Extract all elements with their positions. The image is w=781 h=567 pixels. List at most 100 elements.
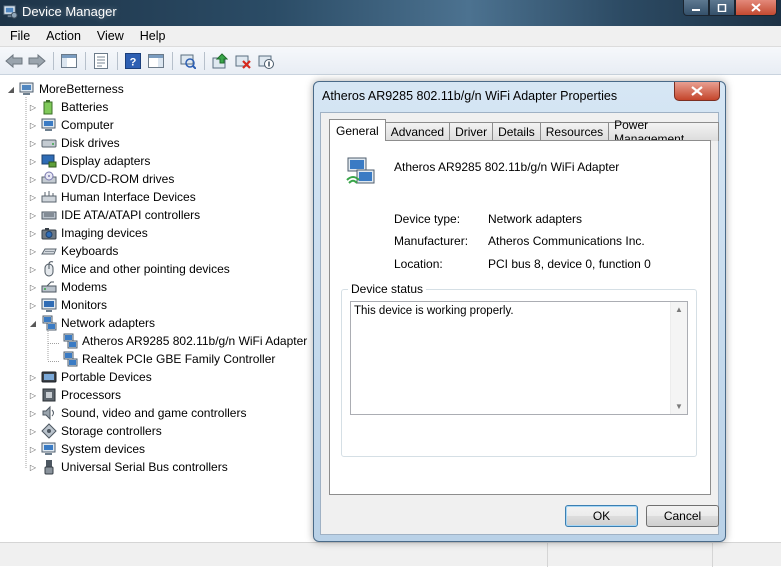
menu-view[interactable]: View [91,29,130,43]
expand-arrow-icon[interactable]: ▷ [28,139,38,148]
tab-general[interactable]: General [329,119,386,141]
menu-file[interactable]: File [4,29,36,43]
tree-item-storage-controllers[interactable]: ▷ Storage controllers [28,422,162,440]
tree-item-mice[interactable]: ▷ Mice and other pointing devices [28,260,230,278]
expand-arrow-icon[interactable]: ▷ [28,121,38,130]
tab-driver[interactable]: Driver [449,122,494,141]
title-bar[interactable]: Device Manager [0,0,781,26]
tree-item-label: Portable Devices [61,370,152,384]
location-value: PCI bus 8, device 0, function 0 [488,257,651,271]
ok-button[interactable]: OK [565,505,638,527]
action-pane-icon [148,53,164,68]
close-button[interactable] [735,0,777,16]
expand-arrow-icon[interactable]: ▷ [28,283,38,292]
network-adapter-icon [62,333,78,349]
tree-item-realtek-controller[interactable]: Realtek PCIe GBE Family Controller [58,350,275,368]
cancel-button[interactable]: Cancel [646,505,719,527]
status-scrollbar[interactable]: ▲ ▼ [670,302,687,414]
tree-item-batteries[interactable]: ▷ Batteries [28,98,108,116]
expand-arrow-icon[interactable]: ▷ [28,409,38,418]
expand-arrow-icon[interactable]: ▷ [28,103,38,112]
menu-bar: File Action View Help [0,26,781,47]
storage-controller-icon [41,423,57,439]
tree-item-modems[interactable]: ▷ Modems [28,278,107,296]
tab-resources[interactable]: Resources [539,122,610,141]
forward-button[interactable] [26,50,48,72]
tree-item-system-devices[interactable]: ▷ System devices [28,440,145,458]
device-status-textbox[interactable]: This device is working properly. ▲ ▼ [350,301,688,415]
tree-item-disk-drives[interactable]: ▷ Disk drives [28,134,120,152]
camera-icon [41,225,57,241]
window-title: Device Manager [22,4,117,19]
expand-arrow-icon[interactable]: ▷ [28,445,38,454]
help-button[interactable]: ? [122,50,144,72]
tree-item-sound-video-game[interactable]: ▷ Sound, video and game controllers [28,404,246,422]
back-button[interactable] [3,50,25,72]
tree-item-processors[interactable]: ▷ Processors [28,386,121,404]
device-status-group: Device status This device is working pro… [341,282,697,457]
expand-arrow-icon[interactable]: ▷ [28,391,38,400]
tree-item-label: Keyboards [61,244,119,258]
update-driver-button[interactable] [209,50,231,72]
tree-item-label: DVD/CD-ROM drives [61,172,175,186]
expand-arrow-icon[interactable]: ▷ [28,427,38,436]
maximize-button[interactable] [709,0,735,16]
device-type-label: Device type: [394,212,461,226]
tree-item-label: Atheros AR9285 802.11b/g/n WiFi Adapter [82,334,308,348]
tree-item-label: System devices [61,442,146,456]
expand-arrow-icon[interactable]: ▷ [28,247,38,256]
dialog-client-area: General Advanced Driver Details Resource… [320,112,719,535]
expand-arrow-icon[interactable]: ▷ [28,211,38,220]
properties-button[interactable] [90,50,112,72]
expand-arrow-icon[interactable]: ▷ [28,373,38,382]
minimize-button[interactable] [683,0,709,16]
tree-item-display-adapters[interactable]: ▷ Display adapters [28,152,150,170]
tree-item-human-interface-devices[interactable]: ▷ Human Interface Devices [28,188,196,206]
manufacturer-value: Atheros Communications Inc. [488,234,645,248]
close-icon [751,3,761,12]
tab-advanced[interactable]: Advanced [384,122,451,141]
show-hide-tree-button[interactable] [58,50,80,72]
expand-arrow-icon[interactable]: ▷ [28,301,38,310]
collapse-arrow-icon[interactable]: ◢ [28,319,38,328]
tree-item-portable-devices[interactable]: ▷ Portable Devices [28,368,152,386]
tree-item-network-adapters[interactable]: ◢ Network adapters [28,314,155,332]
action-pane-button[interactable] [145,50,167,72]
scroll-up-icon[interactable]: ▲ [675,305,683,314]
scroll-down-icon[interactable]: ▼ [675,402,683,411]
tree-root[interactable]: ◢ MoreBetterness [6,80,124,98]
expand-arrow-icon[interactable]: ▷ [28,265,38,274]
location-label: Location: [394,257,443,271]
keyboard-icon [41,243,57,259]
scan-hardware-button[interactable] [177,50,199,72]
tree-item-monitors[interactable]: ▷ Monitors [28,296,107,314]
expand-arrow-icon[interactable]: ▷ [28,193,38,202]
tree-item-imaging-devices[interactable]: ▷ Imaging devices [28,224,148,242]
device-tree[interactable]: ◢ MoreBetterness ▷ Batteries ▷ Computer … [0,78,314,540]
computer-icon [19,81,35,97]
tree-item-label: IDE ATA/ATAPI controllers [61,208,201,222]
expand-arrow-icon[interactable]: ▷ [28,229,38,238]
update-driver-icon [212,52,228,68]
speaker-icon [41,405,57,421]
tree-item-ide-controllers[interactable]: ▷ IDE ATA/ATAPI controllers [28,206,200,224]
menu-action[interactable]: Action [40,29,87,43]
close-icon [691,86,703,96]
expand-arrow-icon[interactable]: ▷ [28,157,38,166]
dialog-title: Atheros AR9285 802.11b/g/n WiFi Adapter … [322,89,618,103]
collapse-arrow-icon[interactable]: ◢ [6,85,16,94]
dialog-close-button[interactable] [674,82,720,101]
tree-item-dvd-cdrom-drives[interactable]: ▷ DVD/CD-ROM drives [28,170,174,188]
disable-device-button[interactable] [255,50,277,72]
expand-arrow-icon[interactable]: ▷ [28,463,38,472]
tab-details[interactable]: Details [492,122,541,141]
tree-item-computer[interactable]: ▷ Computer [28,116,114,134]
tree-item-atheros-wifi-adapter[interactable]: Atheros AR9285 802.11b/g/n WiFi Adapter [58,332,307,350]
expand-arrow-icon[interactable]: ▷ [28,175,38,184]
tree-item-keyboards[interactable]: ▷ Keyboards [28,242,118,260]
tab-power-management[interactable]: Power Management [608,118,719,146]
tree-item-usb-controllers[interactable]: ▷ Universal Serial Bus controllers [28,458,228,476]
uninstall-button[interactable] [232,50,254,72]
menu-help[interactable]: Help [134,29,172,43]
device-status-label: Device status [348,282,427,296]
